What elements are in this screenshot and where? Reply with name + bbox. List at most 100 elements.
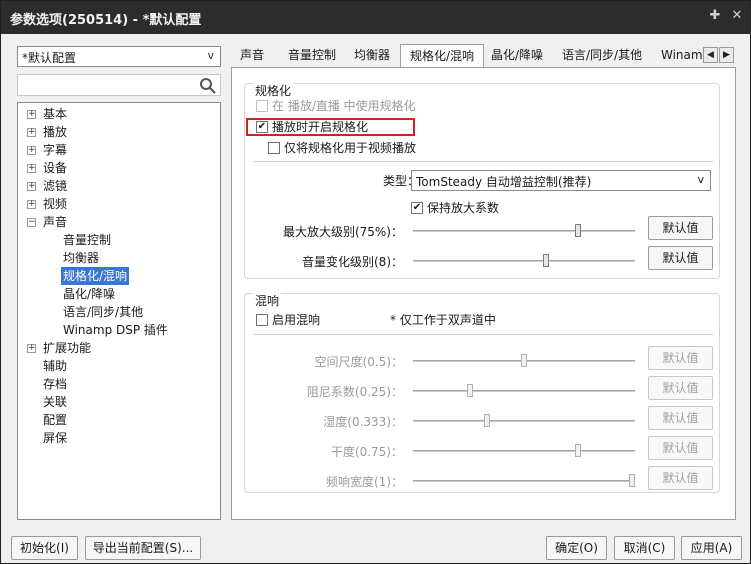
- slider-thumb[interactable]: [467, 384, 473, 397]
- settings-tree: + 基本 + 播放 + 字幕 + 设备 + 滤镜 + 视频 − 声音音量控制均衡器规格化/混响晶化/降噪语…: [17, 102, 221, 520]
- expand-icon[interactable]: +: [27, 164, 36, 173]
- reverb-param-label: 频响宽度(1)：: [326, 475, 403, 489]
- tree-item-label: 晶化/降噪: [63, 287, 116, 301]
- slider-track: [413, 230, 635, 232]
- slider-track: [413, 390, 635, 392]
- reverb-default-button[interactable]: 默认值: [648, 376, 713, 400]
- expand-icon[interactable]: +: [27, 128, 36, 137]
- apply-button[interactable]: 应用(A): [681, 536, 742, 560]
- tree-item-label: Winamp DSP 插件: [63, 323, 168, 337]
- expand-icon[interactable]: +: [27, 110, 36, 119]
- reverb-enable-label: 启用混响: [272, 313, 321, 327]
- normalize-group-title: 规格化: [253, 82, 294, 99]
- tree-item-label: 视频: [43, 197, 68, 211]
- tree-item-label: 设备: [43, 161, 68, 175]
- reverb-default-button[interactable]: 默认值: [648, 406, 713, 430]
- tab[interactable]: 音量控制: [279, 44, 345, 68]
- normalize-video-only-label: 仅将规格化用于视频播放: [284, 141, 417, 155]
- cancel-button[interactable]: 取消(C): [614, 536, 675, 560]
- check-icon: ✔: [411, 202, 423, 214]
- slider-thumb[interactable]: [484, 414, 490, 427]
- tree-item-label: 滤镜: [43, 179, 68, 193]
- search-input[interactable]: [20, 77, 196, 93]
- search-icon[interactable]: [199, 77, 217, 95]
- max-level-slider[interactable]: [413, 224, 635, 238]
- tree-item-label: 字幕: [43, 143, 68, 157]
- close-icon[interactable]: ✕: [728, 7, 746, 25]
- export-config-button[interactable]: 导出当前配置(S)...: [85, 536, 201, 560]
- reverb-param-label: 湿度(0.333)：: [323, 415, 403, 429]
- reverb-default-button[interactable]: 默认值: [648, 436, 713, 460]
- reverb-default-button[interactable]: 默认值: [648, 466, 713, 490]
- tab[interactable]: 均衡器: [345, 44, 399, 68]
- search-box: [17, 74, 221, 96]
- pin-icon[interactable]: ✚: [706, 7, 724, 25]
- reverb-param-label: 空间尺度(0.5)：: [314, 355, 403, 369]
- checkbox-box: [256, 100, 268, 112]
- reverb-param-slider[interactable]: [413, 414, 635, 428]
- slider-thumb[interactable]: [629, 474, 635, 487]
- title-bar: 参数选项(250514) - *默认配置 ✚ ✕: [1, 1, 750, 34]
- ok-button[interactable]: 确定(O): [546, 536, 607, 560]
- tab-scroll-right-icon[interactable]: ▶: [719, 47, 734, 63]
- tab[interactable]: 语言/同步/其他: [553, 44, 651, 68]
- check-icon: ✔: [256, 121, 268, 133]
- tab[interactable]: 规格化/混响: [400, 44, 485, 68]
- reverb-param-slider[interactable]: [413, 444, 635, 458]
- tree-item-label: 均衡器: [63, 251, 100, 265]
- reverb-param-slider[interactable]: [413, 474, 635, 488]
- preferences-window: 参数选项(250514) - *默认配置 ✚ ✕ *默认配置 v + 基本 + 播放 +…: [0, 0, 751, 564]
- checkbox-box: [256, 314, 268, 326]
- profile-selected: *默认配置: [22, 51, 77, 65]
- tree-item-label: 配置: [43, 413, 68, 427]
- normalize-live-label: 在 播放/直播 中使用规格化: [272, 99, 416, 113]
- tree-item-label: 辅助: [43, 359, 68, 373]
- normalize-type-dropdown[interactable]: TomSteady 自动增益控制(推荐) v: [411, 170, 711, 191]
- reverb-param-label: 干度(0.75)：: [330, 445, 403, 459]
- divider: [253, 334, 713, 335]
- tree-item-label: 规格化/混响: [61, 267, 130, 285]
- slider-track: [413, 260, 635, 262]
- expand-icon[interactable]: +: [27, 146, 36, 155]
- slider-thumb[interactable]: [543, 254, 549, 267]
- divider: [253, 161, 713, 162]
- reverb-param-slider[interactable]: [413, 354, 635, 368]
- tab[interactable]: 声音: [231, 44, 273, 68]
- normalize-type-value: TomSteady 自动增益控制(推荐): [416, 175, 592, 189]
- volume-change-default-button[interactable]: 默认值: [648, 246, 713, 270]
- tree-item-label: 扩展功能: [43, 341, 92, 355]
- tree-item-label: 播放: [43, 125, 68, 139]
- volume-change-slider[interactable]: [413, 254, 635, 268]
- slider-track: [413, 480, 635, 482]
- type-label: 类型：: [382, 174, 419, 188]
- tree-item-label: 存档: [43, 377, 68, 391]
- slider-track: [413, 420, 635, 422]
- slider-thumb[interactable]: [521, 354, 527, 367]
- checkbox-box: [268, 142, 280, 154]
- reverb-param-slider[interactable]: [413, 384, 635, 398]
- expand-icon[interactable]: +: [27, 344, 36, 353]
- slider-thumb[interactable]: [575, 224, 581, 237]
- slider-track: [413, 450, 635, 452]
- max-level-label: 最大放大级别(75%)：: [282, 225, 403, 239]
- tab-content: 规格化 在 播放/直播 中使用规格化 ✔ 播放时开启规格化 仅将规格化用于视频播…: [231, 67, 736, 520]
- tree-item-label: 关联: [43, 395, 68, 409]
- collapse-icon[interactable]: −: [27, 218, 36, 227]
- init-button[interactable]: 初始化(I): [11, 536, 78, 560]
- max-level-default-button[interactable]: 默认值: [648, 216, 713, 240]
- slider-thumb[interactable]: [575, 444, 581, 457]
- tab-strip: 声音 音量控制 均衡器 规格化/混响 晶化/降噪 语言/同步/其他 Winamp: [231, 44, 719, 68]
- reverb-param-label: 阻尼系数(0.25)：: [306, 385, 403, 399]
- tree-item-label: 屏保: [43, 431, 68, 445]
- tree-item-label: 声音: [43, 215, 68, 229]
- expand-icon[interactable]: +: [27, 182, 36, 191]
- tree-item-label: 基本: [43, 107, 68, 121]
- tab[interactable]: 晶化/降噪: [482, 44, 552, 68]
- profile-dropdown[interactable]: *默认配置 v: [17, 46, 221, 67]
- tree-item-label: 语言/同步/其他: [63, 305, 144, 319]
- chevron-down-icon: v: [207, 49, 214, 62]
- tab-scroll-left-icon[interactable]: ◀: [703, 47, 718, 63]
- reverb-default-button[interactable]: 默认值: [648, 346, 713, 370]
- tree-item-label: 音量控制: [63, 233, 112, 247]
- expand-icon[interactable]: +: [27, 200, 36, 209]
